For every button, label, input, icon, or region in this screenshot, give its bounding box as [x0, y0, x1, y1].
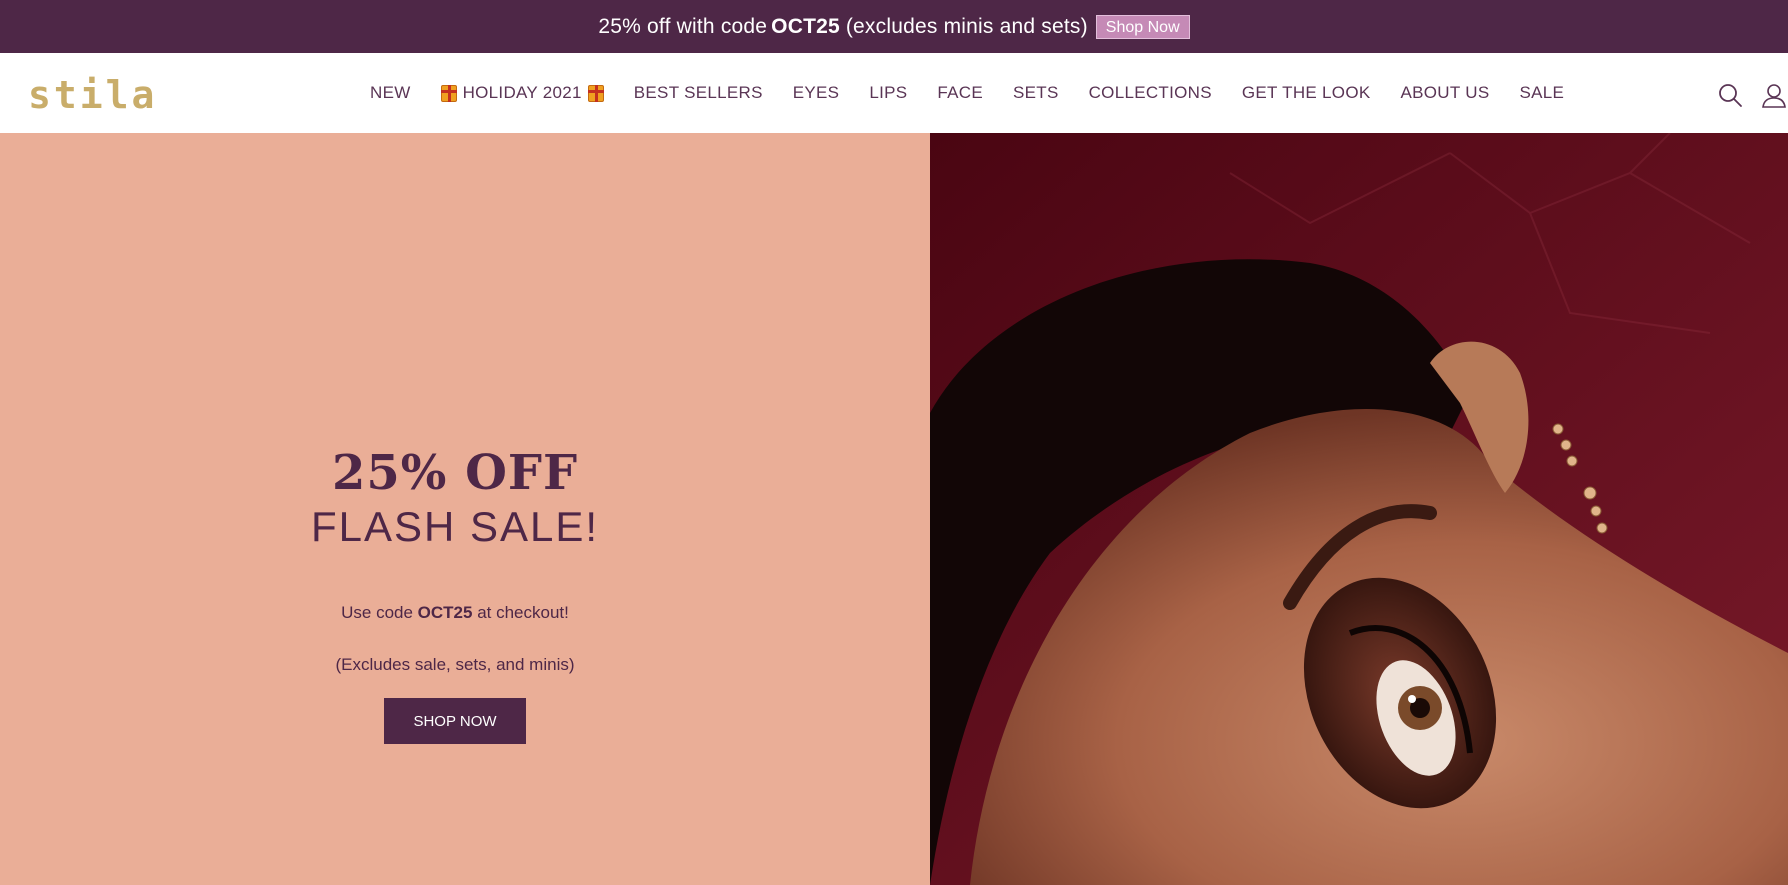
nav-item-label: HOLIDAY 2021 [462, 83, 582, 102]
hero-promo-panel: 25% OFF FLASH SALE! Use code OCT25 at ch… [0, 133, 930, 885]
nav-item-sets[interactable]: SETS [1013, 83, 1059, 103]
nav-item-label: ABOUT US [1400, 83, 1490, 102]
nav-item-label: EYES [792, 83, 840, 102]
search-icon[interactable] [1716, 81, 1744, 109]
nav-item-lips[interactable]: LIPS [869, 83, 907, 103]
hero-subtitle: FLASH SALE! [310, 503, 600, 550]
nav-item-label: LIPS [869, 83, 908, 102]
hero-model-image [930, 133, 1788, 885]
hero-code: OCT25 [417, 603, 473, 622]
nav-item-label: NEW [370, 83, 411, 102]
hero-title: 25% OFF [331, 445, 579, 501]
announcement-exclusions: (excludes minis and sets) [845, 14, 1088, 38]
nav-item-about-us[interactable]: ABOUT US [1401, 83, 1490, 103]
announcement-code: OCT25 [771, 14, 840, 38]
gift-icon [587, 84, 604, 102]
nav-item-label: FACE [937, 83, 983, 102]
announcement-text: 25% off with code [598, 14, 768, 38]
model-portrait-illustration [930, 133, 1788, 885]
hero-exclusions: (Excludes sale, sets, and minis) [335, 655, 575, 674]
stila-logo[interactable]: stila [28, 73, 157, 117]
nav-item-label: SALE [1519, 83, 1565, 102]
header-icons [1700, 81, 1788, 109]
nav-item-label: BEST SELLERS [633, 83, 763, 102]
gift-icon [440, 84, 457, 102]
account-icon[interactable] [1760, 81, 1788, 109]
hero-code-pre: Use code [341, 603, 413, 622]
shop-now-button[interactable]: SHOP NOW [384, 698, 526, 744]
site-header: stila NEW HOLIDAY 2021 BEST SELLERS EYES… [0, 53, 1788, 133]
nav-item-get-the-look[interactable]: GET THE LOOK [1242, 83, 1371, 103]
nav-item-holiday-2021[interactable]: HOLIDAY 2021 [440, 83, 604, 103]
announcement-shop-now-button[interactable]: Shop Now [1095, 14, 1190, 39]
nav-item-new[interactable]: NEW [370, 83, 411, 103]
nav-item-label: SETS [1012, 83, 1059, 102]
nav-item-face[interactable]: FACE [937, 83, 983, 103]
nav-item-best-sellers[interactable]: BEST SELLERS [634, 83, 763, 103]
announcement-bar: 25% off with code OCT25 (excludes minis … [0, 0, 1788, 53]
main-nav: NEW HOLIDAY 2021 BEST SELLERS EYES LIPS … [370, 53, 1594, 133]
nav-item-sale[interactable]: SALE [1520, 83, 1565, 103]
nav-item-label: COLLECTIONS [1088, 83, 1212, 102]
hero-code-post: at checkout! [477, 603, 569, 622]
hero-code-text: Use code OCT25 at checkout! [0, 603, 910, 623]
nav-item-collections[interactable]: COLLECTIONS [1089, 83, 1212, 103]
nav-item-eyes[interactable]: EYES [793, 83, 840, 103]
nav-item-label: GET THE LOOK [1241, 83, 1371, 102]
